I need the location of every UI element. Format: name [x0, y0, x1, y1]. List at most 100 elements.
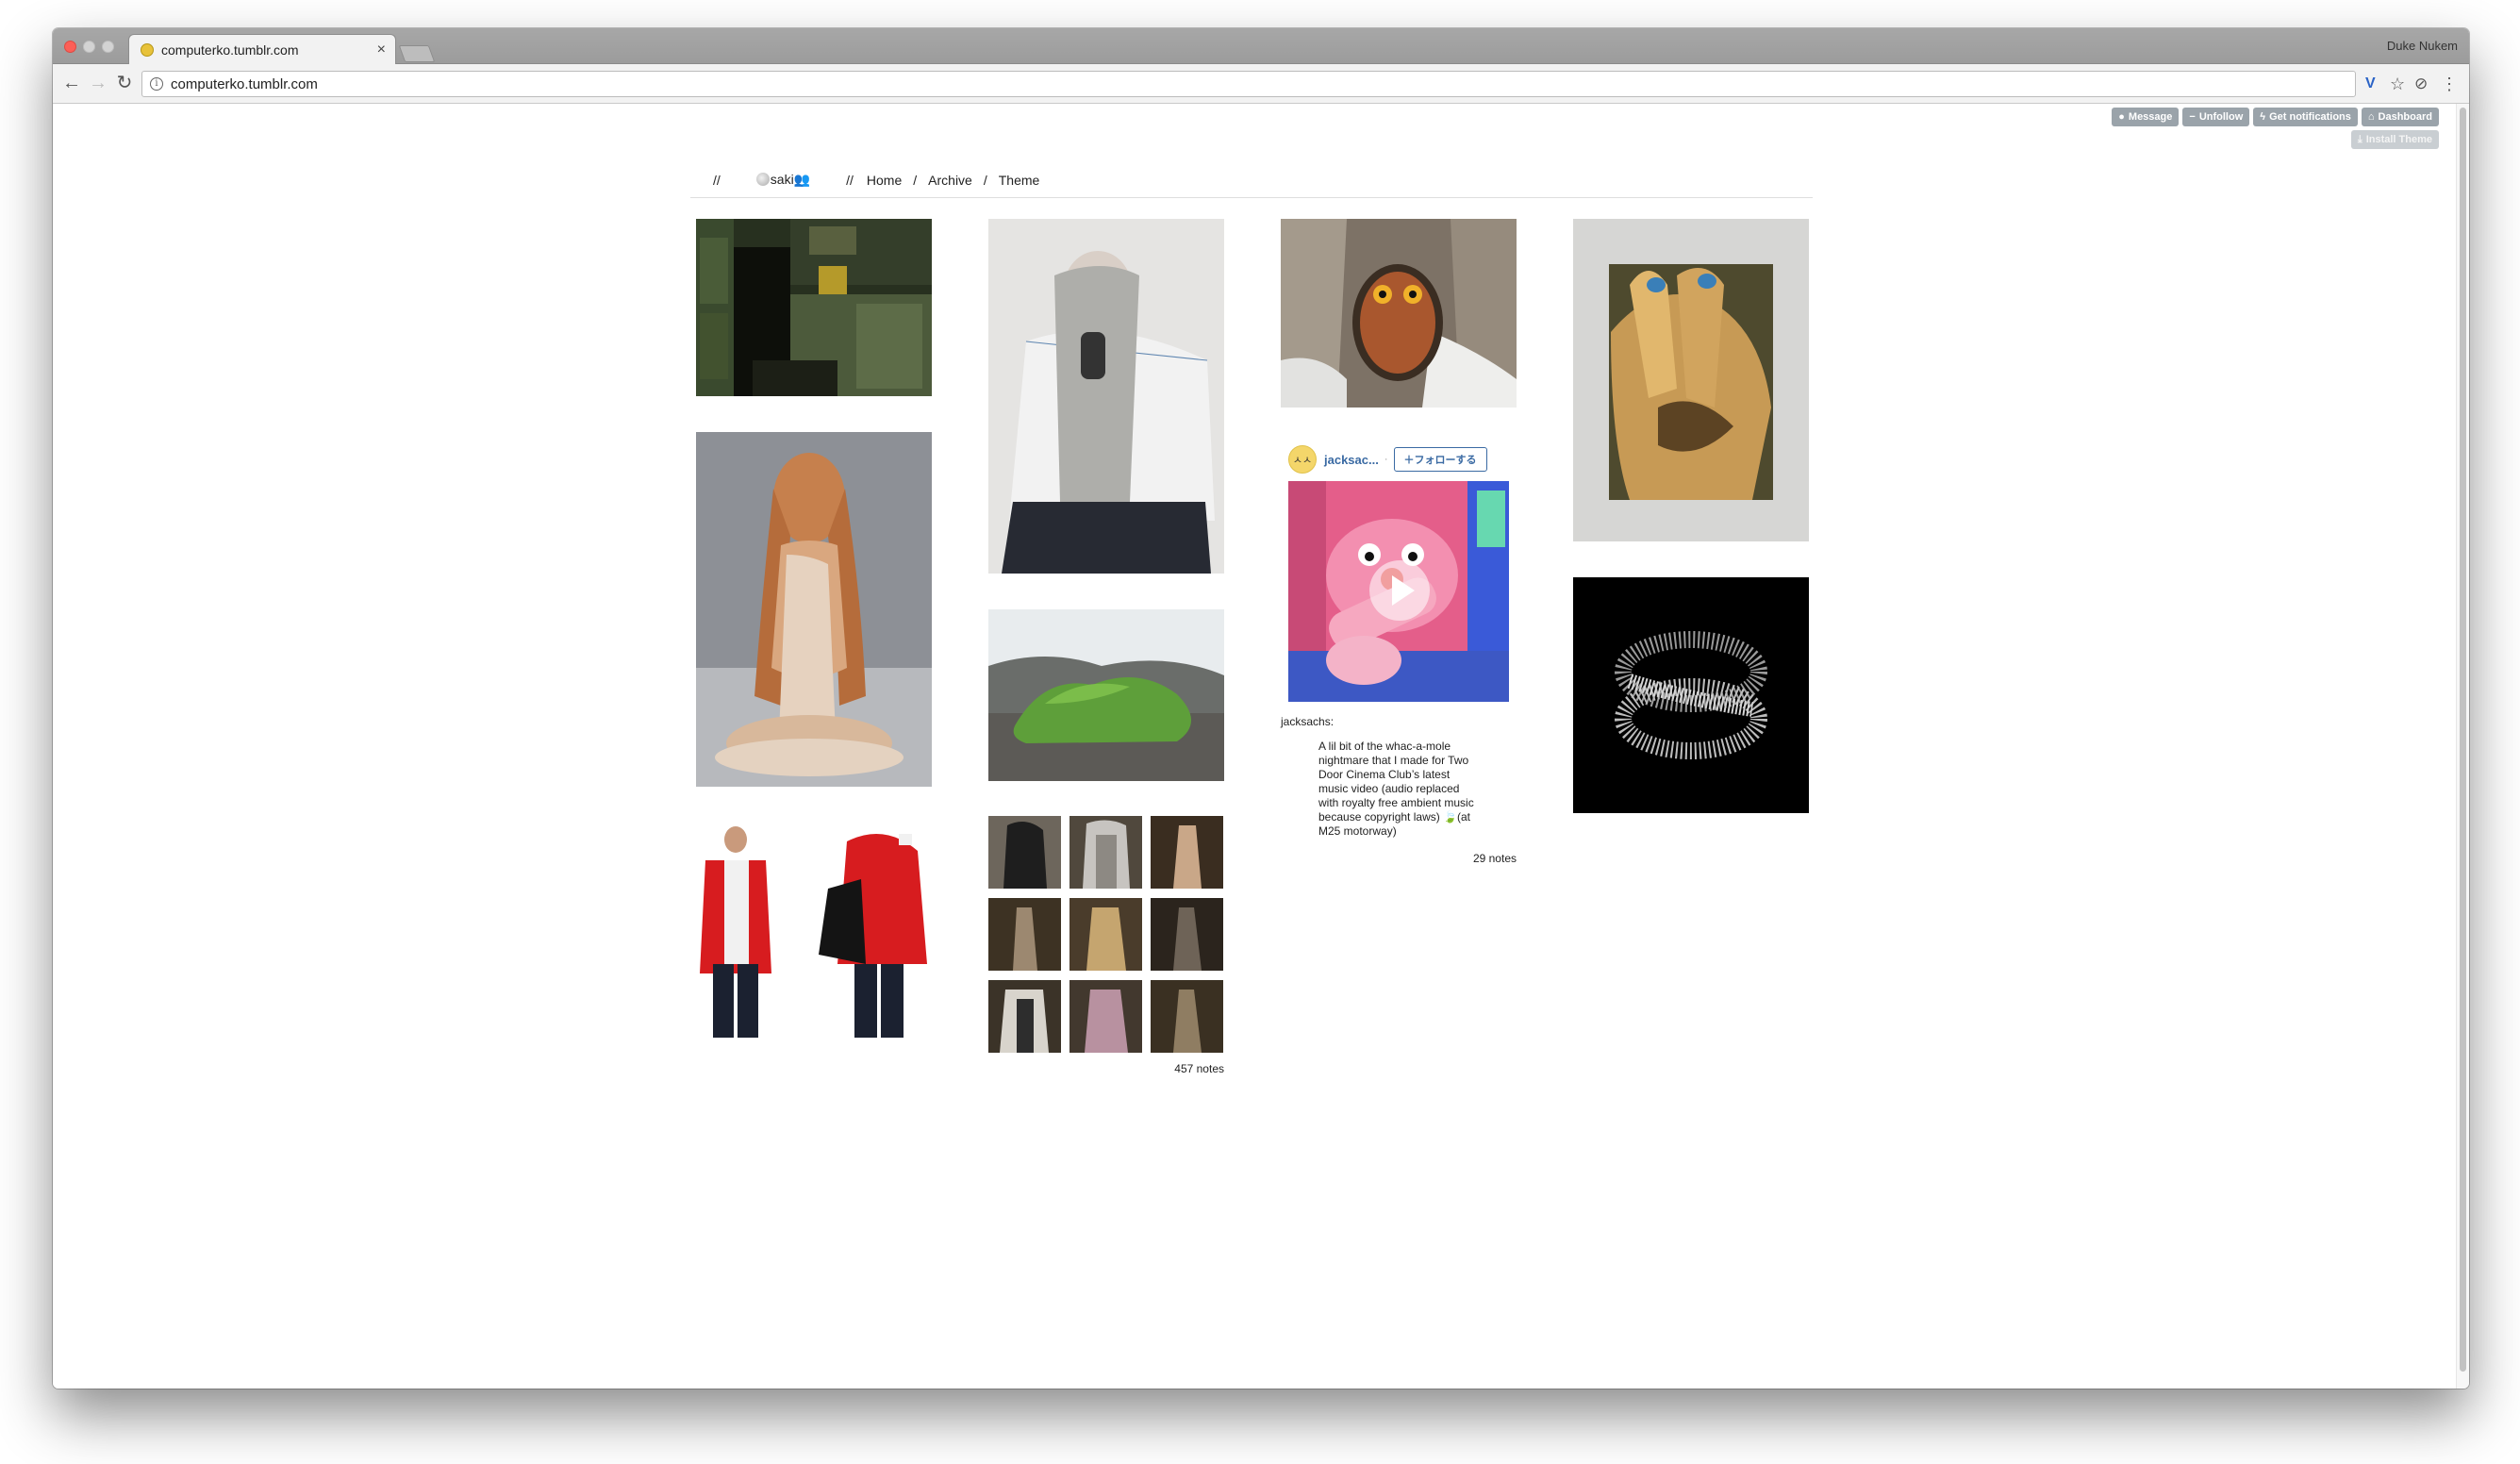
bolt-icon: ϟ	[2260, 111, 2266, 123]
photoset-image[interactable]	[988, 898, 1061, 971]
zoom-window-button[interactable]	[102, 41, 114, 53]
unfollow-button[interactable]: − Unfollow	[2182, 108, 2250, 126]
video-player[interactable]	[1288, 481, 1509, 702]
nav-slash: //	[846, 172, 854, 188]
photo-post-jackets[interactable]	[696, 823, 932, 1040]
fur-ring-photo	[1573, 577, 1809, 813]
menu-dots-icon[interactable]: ⋮	[2441, 72, 2458, 96]
minus-icon: −	[2189, 111, 2196, 123]
blog-title: saki	[770, 172, 794, 187]
sculpture-photo	[696, 432, 932, 787]
vertical-scrollbar[interactable]	[2456, 104, 2469, 1389]
reblog-avatar[interactable]: ㅅㅅ	[1288, 445, 1317, 474]
tab-active[interactable]: computerko.tumblr.com ×	[128, 34, 396, 64]
photoset-image[interactable]	[1069, 980, 1142, 1053]
reblog-header: ㅅㅅ jacksac... · ＋フォローする	[1281, 443, 1517, 475]
favicon-icon	[141, 42, 154, 57]
nav-slash: //	[713, 172, 721, 188]
photoset-photo	[1151, 816, 1223, 889]
photo-post-inflatable[interactable]	[988, 219, 1224, 574]
photoset-image[interactable]	[1069, 816, 1142, 889]
photoset-photo	[988, 816, 1061, 889]
photo-post-moss[interactable]	[988, 609, 1224, 781]
photoset-photo	[1069, 816, 1142, 889]
reblog-dot: ·	[1384, 454, 1388, 465]
photoset-image[interactable]	[1151, 980, 1223, 1053]
reblog-username[interactable]: jacksac...	[1324, 453, 1379, 467]
tab-strip: computerko.tumblr.com × Duke Nukem	[53, 28, 2469, 64]
nav-separator: /	[983, 172, 987, 188]
notifications-button[interactable]: ϟ Get notifications	[2253, 108, 2358, 126]
video-reblog-post: ㅅㅅ jacksac... · ＋フォローする jacksachs: A lil…	[1281, 443, 1517, 865]
photoset-photo	[1151, 898, 1223, 971]
reblog-quote: A lil bit of the whac-a-mole nightmare t…	[1318, 740, 1474, 838]
photoset-image[interactable]	[1069, 898, 1142, 971]
tumblr-controls: ● Message − Unfollow ϟ Get notifications ⌂ D…	[2112, 108, 2439, 126]
address-bar[interactable]: i computerko.tumblr.com	[141, 71, 2356, 97]
photoset-image[interactable]	[1151, 816, 1223, 889]
minimize-window-button[interactable]	[83, 41, 95, 53]
inflatable-photo	[988, 219, 1224, 574]
photo-post-sculpture[interactable]	[696, 432, 932, 787]
page-viewport: ● Message − Unfollow ϟ Get notifications ⌂ D…	[53, 104, 2456, 1389]
browser-window: computerko.tumblr.com × Duke Nukem ← → ↻…	[53, 28, 2469, 1389]
photoset-photo	[1069, 980, 1142, 1053]
info-icon[interactable]: i	[150, 77, 163, 91]
photo-post-painting[interactable]	[1573, 219, 1809, 541]
photoset-photo	[1069, 898, 1142, 971]
photoset-photo	[988, 898, 1061, 971]
message-button[interactable]: ● Message	[2112, 108, 2180, 126]
scrollbar-thumb[interactable]	[2460, 108, 2466, 1372]
nav-separator: /	[913, 172, 918, 188]
photo-post-kitchen[interactable]	[696, 219, 932, 396]
tab-title: computerko.tumblr.com	[161, 42, 299, 58]
message-icon: ●	[2118, 111, 2125, 123]
photoset-image[interactable]	[988, 816, 1061, 889]
url-text: computerko.tumblr.com	[171, 75, 318, 92]
play-icon[interactable]	[1369, 560, 1430, 621]
forward-arrow-icon[interactable]: →	[87, 72, 109, 94]
unfollow-label: Unfollow	[2198, 111, 2244, 123]
new-tab-button[interactable]	[398, 45, 436, 62]
nav-home-link[interactable]: Home	[867, 173, 902, 188]
people-icon: 👥	[793, 172, 811, 187]
photo-post-owl[interactable]	[1281, 219, 1517, 408]
photoset-notes[interactable]: 457 notes	[988, 1062, 1224, 1075]
message-label: Message	[2128, 111, 2173, 123]
install-theme-label: Install Theme	[2365, 134, 2432, 145]
bookmark-star-icon[interactable]: ☆	[2390, 72, 2405, 96]
photoset-photo	[988, 980, 1061, 1053]
vivaldi-extension-icon[interactable]: V	[2365, 72, 2376, 96]
owl-photo	[1281, 219, 1517, 408]
reblog-source-user[interactable]: jacksachs:	[1281, 715, 1517, 728]
photoset-image[interactable]	[1151, 898, 1223, 971]
photoset-image[interactable]	[988, 980, 1061, 1053]
blog-nav: // saki👥 // Home / Archive / Theme	[690, 162, 1813, 198]
blog-avatar-icon	[755, 173, 770, 186]
photo-post-fur-ring[interactable]	[1573, 577, 1809, 813]
photoset-post[interactable]: 457 notes	[988, 816, 1224, 1075]
blog-title-link[interactable]: saki👥	[755, 172, 811, 188]
close-window-button[interactable]	[64, 41, 76, 53]
install-theme-button[interactable]: ⤓ Install Theme	[2350, 130, 2439, 149]
photoset-photo	[1151, 980, 1223, 1053]
nav-archive-link[interactable]: Archive	[928, 173, 972, 188]
moss-photo	[988, 609, 1224, 781]
extension-icon[interactable]: ⊘	[2414, 72, 2428, 96]
painting-photo	[1573, 219, 1809, 541]
download-icon: ⤓	[2357, 133, 2362, 145]
notifications-label: Get notifications	[2269, 111, 2351, 123]
nav-theme-link[interactable]: Theme	[999, 173, 1040, 188]
back-arrow-icon[interactable]: ←	[60, 72, 83, 94]
dashboard-button[interactable]: ⌂ Dashboard	[2361, 108, 2439, 126]
home-icon: ⌂	[2367, 111, 2375, 123]
tab-close-icon[interactable]: ×	[377, 42, 386, 58]
photoset-grid	[988, 816, 1224, 1053]
follow-button[interactable]: ＋フォローする	[1393, 447, 1487, 472]
browser-toolbar: ← → ↻ i computerko.tumblr.com V ☆ ⊘ ⋮	[53, 64, 2469, 104]
dashboard-label: Dashboard	[2378, 111, 2432, 123]
profile-name[interactable]: Duke Nukem	[2387, 39, 2458, 53]
reblog-notes[interactable]: 29 notes	[1281, 852, 1517, 865]
reload-icon[interactable]: ↻	[113, 72, 136, 94]
kitchen-photo	[696, 219, 932, 396]
